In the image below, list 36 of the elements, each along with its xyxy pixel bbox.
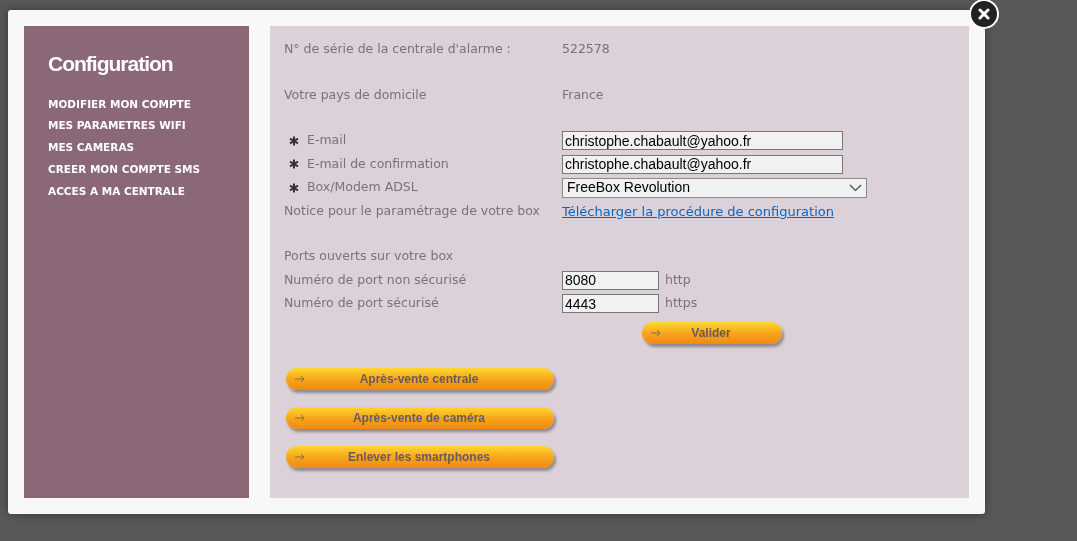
field-label: Votre pays de domicile: [284, 85, 427, 104]
download-link[interactable]: Télécharger la procédure de configuration: [562, 201, 834, 221]
unit-label: https: [665, 294, 698, 313]
menu-link[interactable]: CREER MON COMPTE SMS: [48, 158, 225, 181]
menu-link[interactable]: MODIFIER MON COMPTE: [48, 93, 225, 116]
submit-button[interactable]: Valider: [642, 321, 782, 344]
arrow-icon: [294, 413, 306, 422]
dropdown-field[interactable]: FreeBox Revolution: [562, 177, 867, 198]
menu-link[interactable]: ACCES A MA CENTRALE: [48, 180, 225, 203]
arrow-icon: [294, 374, 306, 383]
field-label: E-mail: [307, 131, 347, 150]
chevron-icon: [849, 183, 862, 192]
input-field[interactable]: 8080: [562, 270, 659, 290]
arrow-icon: [650, 328, 662, 337]
close-button[interactable]: [969, 0, 999, 29]
field-value: France: [562, 85, 604, 104]
field-label: E-mail de confirmation: [307, 154, 449, 173]
section-label: Ports ouverts sur votre box: [284, 247, 454, 266]
close-icon: [978, 8, 990, 20]
menu-link[interactable]: MES PARAMETRES WIFI: [48, 115, 225, 138]
field-value: 522578: [562, 40, 610, 59]
field-label: Notice pour le paramétrage de votre box: [284, 201, 540, 220]
sidebar-title: Configuration: [48, 51, 173, 77]
arrow-icon: [294, 452, 306, 461]
input-field[interactable]: christophe.chabault@yahoo.fr: [562, 131, 843, 151]
unit-label: http: [665, 270, 691, 289]
menu-link[interactable]: MES CAMERAS: [48, 137, 225, 159]
field-label: Numéro de port non sécurisé: [284, 270, 467, 289]
action-button[interactable]: Enlever les smartphones: [286, 445, 554, 468]
action-button[interactable]: Après-vente de caméra: [286, 406, 554, 429]
field-label: Numéro de port sécurisé: [284, 294, 439, 313]
field-label: Box/Modem ADSL: [307, 178, 418, 197]
action-button[interactable]: Après-vente centrale: [286, 367, 554, 390]
field-label: N° de série de la centrale d'alarme :: [284, 40, 511, 59]
input-field[interactable]: 4443: [562, 294, 659, 314]
input-field[interactable]: christophe.chabault@yahoo.fr: [562, 154, 843, 174]
